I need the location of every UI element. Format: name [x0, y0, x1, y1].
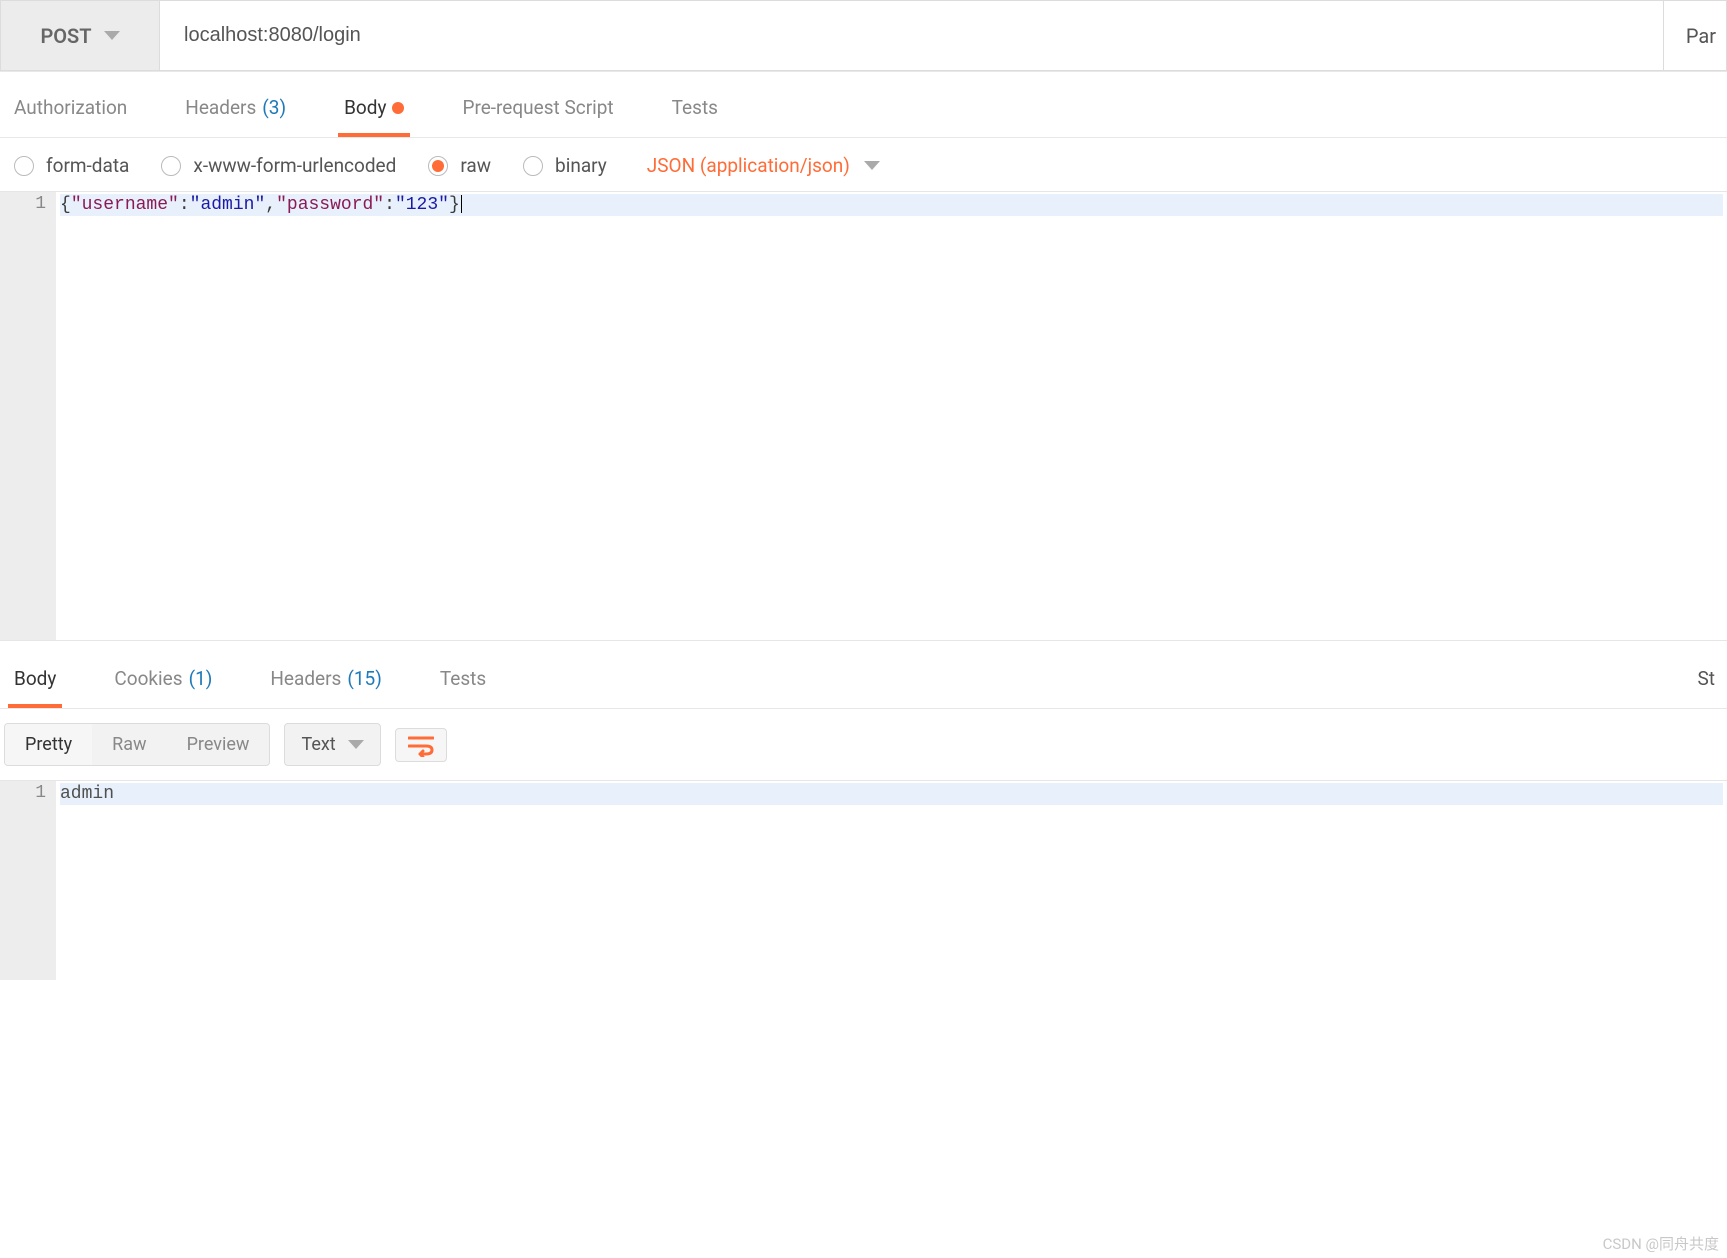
tok-punct: , — [265, 195, 276, 215]
radio-icon — [161, 156, 181, 176]
view-raw-button[interactable]: Raw — [92, 724, 166, 765]
tab-tests-label: Tests — [672, 96, 718, 119]
request-body-editor[interactable]: 1 {"username":"admin","password":"123"} — [0, 191, 1727, 641]
radio-raw[interactable]: raw — [428, 154, 491, 177]
response-tabs: Body Cookies (1) Headers (15) Tests St — [0, 641, 1727, 709]
radio-checked-icon — [428, 156, 448, 176]
response-body-editor[interactable]: 1 admin — [0, 780, 1727, 980]
response-format-label: Text — [301, 734, 335, 755]
params-button-label: Par — [1686, 24, 1716, 48]
tok-key: "username" — [71, 195, 179, 215]
chevron-down-icon — [864, 161, 880, 170]
editor-code-area[interactable]: {"username":"admin","password":"123"} — [56, 192, 1727, 640]
tab-prerequest-label: Pre-request Script — [462, 96, 613, 119]
tok-close: } — [449, 195, 460, 215]
resp-tab-tests-label: Tests — [440, 667, 486, 690]
editor-gutter: 1 — [0, 781, 56, 980]
radio-icon — [523, 156, 543, 176]
radio-raw-label: raw — [460, 154, 491, 177]
code-line: {"username":"admin","password":"123"} — [60, 194, 1723, 216]
view-mode-group: Pretty Raw Preview — [4, 723, 270, 766]
tok-str: "admin" — [190, 195, 266, 215]
tab-headers-label: Headers — [185, 96, 256, 119]
resp-tab-cookies[interactable]: Cookies (1) — [108, 659, 218, 708]
request-tabs: Authorization Headers (3) Body Pre-reque… — [0, 72, 1727, 138]
resp-tab-cookies-label: Cookies — [114, 667, 182, 690]
line-number: 1 — [10, 783, 46, 803]
resp-tab-headers-count: (15) — [347, 667, 381, 690]
chevron-down-icon — [104, 31, 120, 40]
response-toolbar: Pretty Raw Preview Text — [0, 709, 1727, 780]
resp-tab-headers-label: Headers — [270, 667, 341, 690]
resp-tab-body[interactable]: Body — [8, 659, 62, 708]
tok-punct: : — [384, 195, 395, 215]
tab-headers[interactable]: Headers (3) — [179, 88, 292, 137]
editor-gutter: 1 — [0, 192, 56, 640]
dot-indicator-icon — [392, 102, 404, 114]
tab-body[interactable]: Body — [338, 88, 410, 137]
tab-authorization-label: Authorization — [14, 96, 127, 119]
resp-tab-cookies-count: (1) — [189, 667, 213, 690]
tab-prerequest[interactable]: Pre-request Script — [456, 88, 619, 137]
wrap-lines-button[interactable] — [395, 728, 447, 762]
radio-form-data-label: form-data — [46, 154, 129, 177]
response-format-dropdown[interactable]: Text — [284, 723, 380, 766]
code-line: admin — [60, 783, 1723, 805]
tab-body-label: Body — [344, 96, 386, 119]
chevron-down-icon — [348, 740, 364, 749]
response-status-label: St — [1698, 667, 1716, 690]
http-method-dropdown[interactable]: POST — [0, 0, 160, 71]
view-pretty-button[interactable]: Pretty — [5, 724, 92, 765]
view-preview-button[interactable]: Preview — [167, 724, 270, 765]
tok-str: "123" — [395, 195, 449, 215]
resp-tab-body-label: Body — [14, 667, 56, 690]
resp-tab-tests[interactable]: Tests — [434, 659, 492, 708]
resp-tab-headers[interactable]: Headers (15) — [264, 659, 387, 708]
body-type-row: form-data x-www-form-urlencoded raw bina… — [0, 138, 1727, 191]
tab-headers-count: (3) — [262, 96, 286, 119]
response-status: St — [1698, 659, 1720, 708]
request-url-input[interactable] — [160, 0, 1664, 71]
editor-code-area[interactable]: admin — [56, 781, 1727, 980]
radio-icon — [14, 156, 34, 176]
radio-form-data[interactable]: form-data — [14, 154, 129, 177]
line-number: 1 — [10, 194, 46, 214]
radio-urlencoded[interactable]: x-www-form-urlencoded — [161, 154, 396, 177]
tab-authorization[interactable]: Authorization — [8, 88, 133, 137]
radio-binary[interactable]: binary — [523, 154, 607, 177]
tab-tests[interactable]: Tests — [666, 88, 724, 137]
http-method-label: POST — [40, 24, 91, 48]
watermark: CSDN @同舟共度 — [1603, 1233, 1719, 1254]
text-caret-icon — [461, 195, 462, 213]
content-type-dropdown[interactable]: JSON (application/json) — [647, 154, 880, 177]
tok-open: { — [60, 195, 71, 215]
radio-urlencoded-label: x-www-form-urlencoded — [193, 154, 396, 177]
tok-key: "password" — [276, 195, 384, 215]
request-bar: POST Par — [0, 0, 1727, 72]
radio-binary-label: binary — [555, 154, 607, 177]
wrap-icon — [408, 735, 434, 757]
content-type-label: JSON (application/json) — [647, 154, 850, 177]
tok-punct: : — [179, 195, 190, 215]
params-button[interactable]: Par — [1664, 0, 1727, 71]
